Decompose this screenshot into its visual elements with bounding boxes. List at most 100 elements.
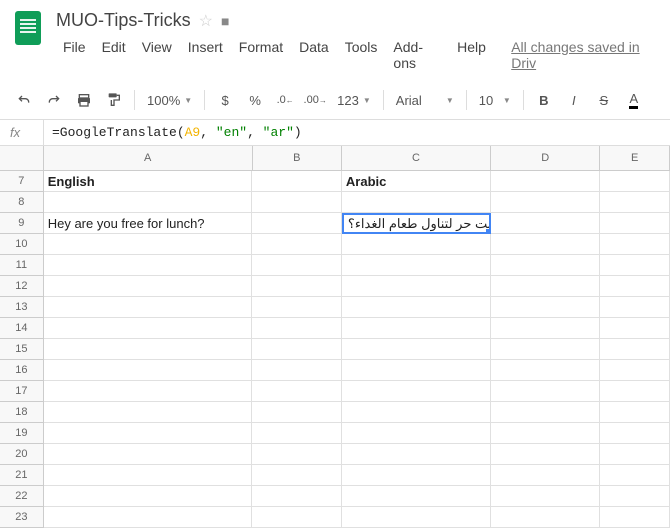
menu-tools[interactable]: Tools <box>338 35 385 75</box>
font-select[interactable]: Arial▼ <box>390 91 460 110</box>
cell-a16[interactable] <box>44 360 253 381</box>
cell-a22[interactable] <box>44 486 253 507</box>
menu-view[interactable]: View <box>135 35 179 75</box>
cell-e21[interactable] <box>600 465 670 486</box>
menu-format[interactable]: Format <box>232 35 290 75</box>
cell-a15[interactable] <box>44 339 253 360</box>
col-header-d[interactable]: D <box>491 146 600 170</box>
increase-decimal-button[interactable]: .00→ <box>301 87 329 113</box>
bold-button[interactable]: B <box>530 87 558 113</box>
cell-a13[interactable] <box>44 297 253 318</box>
cell-b23[interactable] <box>252 507 341 528</box>
cell-d12[interactable] <box>491 276 600 297</box>
cell-c21[interactable] <box>342 465 491 486</box>
cell-b17[interactable] <box>252 381 341 402</box>
row-header-21[interactable]: 21 <box>0 465 44 486</box>
cell-d7[interactable] <box>491 171 600 192</box>
cell-a11[interactable] <box>44 255 253 276</box>
percent-button[interactable]: % <box>241 87 269 113</box>
cell-e10[interactable] <box>600 234 670 255</box>
cell-e13[interactable] <box>600 297 670 318</box>
cell-a21[interactable] <box>44 465 253 486</box>
col-header-e[interactable]: E <box>600 146 670 170</box>
cell-d22[interactable] <box>491 486 600 507</box>
select-all-corner[interactable] <box>0 146 44 170</box>
cell-b12[interactable] <box>252 276 341 297</box>
cell-c12[interactable] <box>342 276 491 297</box>
cell-c20[interactable] <box>342 444 491 465</box>
cell-a9[interactable]: Hey are you free for lunch? <box>44 213 253 234</box>
cell-e22[interactable] <box>600 486 670 507</box>
paint-format-button[interactable] <box>100 87 128 113</box>
cell-a8[interactable] <box>44 192 253 213</box>
cell-c11[interactable] <box>342 255 491 276</box>
cell-d19[interactable] <box>491 423 600 444</box>
row-header-12[interactable]: 12 <box>0 276 44 297</box>
row-header-19[interactable]: 19 <box>0 423 44 444</box>
cell-a7[interactable]: English <box>44 171 253 192</box>
cell-d10[interactable] <box>491 234 600 255</box>
row-header-11[interactable]: 11 <box>0 255 44 276</box>
cell-b18[interactable] <box>252 402 341 423</box>
menu-data[interactable]: Data <box>292 35 336 75</box>
cell-b15[interactable] <box>252 339 341 360</box>
row-header-17[interactable]: 17 <box>0 381 44 402</box>
cell-e19[interactable] <box>600 423 670 444</box>
cell-b11[interactable] <box>252 255 341 276</box>
cell-d16[interactable] <box>491 360 600 381</box>
cell-c9[interactable]: يا أنت حر لتناول طعام الغداء؟ <box>342 213 491 234</box>
cell-a14[interactable] <box>44 318 253 339</box>
row-header-16[interactable]: 16 <box>0 360 44 381</box>
folder-icon[interactable]: ■ <box>221 13 229 29</box>
cell-a10[interactable] <box>44 234 253 255</box>
cell-a23[interactable] <box>44 507 253 528</box>
menu-insert[interactable]: Insert <box>181 35 230 75</box>
cell-b13[interactable] <box>252 297 341 318</box>
decrease-decimal-button[interactable]: .0← <box>271 87 299 113</box>
row-header-20[interactable]: 20 <box>0 444 44 465</box>
cell-e15[interactable] <box>600 339 670 360</box>
cell-c16[interactable] <box>342 360 491 381</box>
row-header-10[interactable]: 10 <box>0 234 44 255</box>
cell-c13[interactable] <box>342 297 491 318</box>
cell-b9[interactable] <box>252 213 341 234</box>
italic-button[interactable]: I <box>560 87 588 113</box>
cell-b10[interactable] <box>252 234 341 255</box>
row-header-7[interactable]: 7 <box>0 171 44 192</box>
star-icon[interactable]: ☆ <box>199 11 213 31</box>
cell-d8[interactable] <box>491 192 600 213</box>
cell-e9[interactable] <box>600 213 670 234</box>
cell-e18[interactable] <box>600 402 670 423</box>
row-header-15[interactable]: 15 <box>0 339 44 360</box>
cell-d13[interactable] <box>491 297 600 318</box>
cell-b16[interactable] <box>252 360 341 381</box>
cell-d9[interactable] <box>491 213 600 234</box>
cell-c18[interactable] <box>342 402 491 423</box>
cell-d23[interactable] <box>491 507 600 528</box>
cell-c19[interactable] <box>342 423 491 444</box>
cell-e8[interactable] <box>600 192 670 213</box>
cell-b21[interactable] <box>252 465 341 486</box>
cell-e11[interactable] <box>600 255 670 276</box>
print-button[interactable] <box>70 87 98 113</box>
cell-c22[interactable] <box>342 486 491 507</box>
cell-c10[interactable] <box>342 234 491 255</box>
row-header-22[interactable]: 22 <box>0 486 44 507</box>
cell-e16[interactable] <box>600 360 670 381</box>
col-header-b[interactable]: B <box>253 146 342 170</box>
cell-a19[interactable] <box>44 423 253 444</box>
text-color-button[interactable]: A <box>620 87 648 113</box>
sheets-logo[interactable] <box>8 8 48 48</box>
cell-d17[interactable] <box>491 381 600 402</box>
cell-b20[interactable] <box>252 444 341 465</box>
cell-c8[interactable] <box>342 192 491 213</box>
cell-e12[interactable] <box>600 276 670 297</box>
cell-a20[interactable] <box>44 444 253 465</box>
cell-b14[interactable] <box>252 318 341 339</box>
cell-c7[interactable]: Arabic <box>342 171 491 192</box>
row-header-23[interactable]: 23 <box>0 507 44 528</box>
currency-button[interactable]: $ <box>211 87 239 113</box>
cell-a18[interactable] <box>44 402 253 423</box>
row-header-14[interactable]: 14 <box>0 318 44 339</box>
cell-b19[interactable] <box>252 423 341 444</box>
